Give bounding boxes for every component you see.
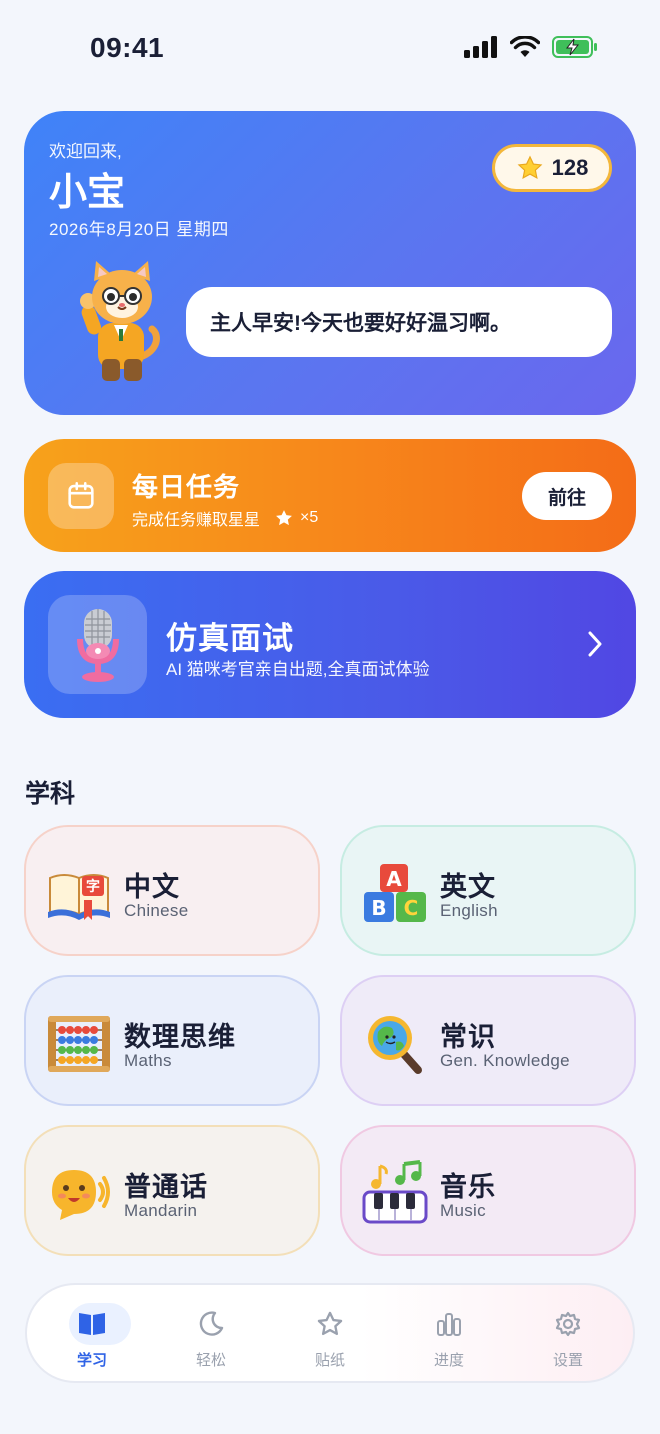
star-icon — [517, 155, 543, 180]
tab-label: 学习 — [76, 1352, 107, 1369]
tab-progress[interactable]: 进度 — [390, 1285, 508, 1381]
subject-card-music[interactable]: 音乐 Music — [340, 1125, 636, 1256]
subject-name: 常识 — [440, 1022, 496, 1052]
daily-task-title: 每日任务 — [132, 472, 241, 502]
subject-name: 英文 — [440, 872, 496, 902]
battery-charging-icon — [552, 36, 597, 58]
user-name: 小宝 — [49, 172, 126, 214]
subject-english: Maths — [124, 1051, 172, 1070]
tab-stickers[interactable]: 贴纸 — [271, 1285, 389, 1381]
subject-english: English — [440, 901, 498, 920]
subject-name: 普通话 — [124, 1172, 208, 1202]
abacus-icon — [48, 1016, 110, 1072]
greeting-text: 欢迎回来, — [49, 142, 122, 161]
subject-card-general-knowledge[interactable]: 常识 Gen. Knowledge — [340, 975, 636, 1106]
gear-icon — [549, 1307, 587, 1341]
subject-english: Mandarin — [124, 1201, 198, 1220]
subject-card-chinese[interactable]: 字 中文 Chinese — [24, 825, 320, 956]
stars-badge[interactable]: 128 — [492, 144, 612, 192]
bar-chart-icon — [430, 1307, 468, 1341]
daily-task-reward: ×5 — [300, 509, 319, 526]
tab-settings[interactable]: 设置 — [509, 1285, 627, 1381]
tab-label: 贴纸 — [314, 1352, 345, 1369]
stars-count: 128 — [551, 155, 589, 180]
svg-text:A: A — [386, 867, 402, 891]
daily-task-subtitle-text: 完成任务赚取星星 — [132, 512, 261, 529]
subject-card-mandarin[interactable]: 普通话 Mandarin — [24, 1125, 320, 1256]
subject-name: 音乐 — [440, 1172, 496, 1202]
welcome-card: 欢迎回来, 小宝 2026年8月20日 星期四 128 主人早安!今天也要好好温… — [24, 111, 636, 415]
subject-name: 数理思维 — [124, 1022, 236, 1052]
globe-magnifier-icon — [368, 1016, 422, 1074]
svg-text:字: 字 — [86, 878, 100, 895]
book-icon — [73, 1307, 111, 1341]
subject-english: Chinese — [124, 901, 189, 920]
wifi-icon — [510, 36, 540, 57]
tab-label: 进度 — [433, 1352, 464, 1369]
book-icon: 字 — [48, 874, 110, 920]
star-icon — [311, 1307, 349, 1341]
chevron-right-icon — [588, 631, 602, 657]
svg-text:C: C — [404, 896, 419, 920]
signal-icon — [464, 36, 497, 58]
svg-text:B: B — [371, 896, 386, 920]
abc-blocks-icon: A B C — [364, 864, 426, 922]
current-date: 2026年8月20日 星期四 — [49, 220, 229, 239]
subjects-section-title: 学科 — [25, 780, 76, 808]
moon-icon — [192, 1307, 230, 1341]
mock-interview-card[interactable]: 仿真面试 AI 猫咪考官亲自出题,全真面试体验 — [24, 571, 636, 718]
daily-task-card[interactable]: 每日任务 完成任务赚取星星 ×5 前往 — [24, 439, 636, 552]
subject-card-english[interactable]: A B C 英文 English — [340, 825, 636, 956]
status-time: 09:41 — [90, 32, 165, 63]
piano-notes-icon — [362, 1160, 428, 1224]
daily-task-subtitle: 完成任务赚取星星 ×5 — [132, 506, 318, 530]
tab-relax[interactable]: 轻松 — [152, 1285, 270, 1381]
tab-study[interactable]: 学习 — [33, 1285, 151, 1381]
star-icon — [276, 510, 292, 526]
cat-mascot-icon — [80, 261, 160, 381]
speaking-face-icon — [52, 1170, 110, 1220]
tab-label: 设置 — [552, 1352, 583, 1369]
calendar-icon — [48, 463, 114, 529]
interview-title: 仿真面试 — [166, 621, 294, 656]
tab-label: 轻松 — [195, 1352, 226, 1369]
interview-subtitle: AI 猫咪考官亲自出题,全真面试体验 — [166, 660, 430, 679]
subject-card-maths[interactable]: 数理思维 Maths — [24, 975, 320, 1106]
subject-name: 中文 — [124, 872, 180, 902]
go-button[interactable]: 前往 — [522, 472, 612, 520]
bottom-tab-bar: 学习 轻松 贴纸 进度 设置 — [25, 1283, 635, 1383]
status-icons — [464, 36, 598, 58]
subject-english: Music — [440, 1201, 486, 1220]
subject-english: Gen. Knowledge — [440, 1051, 570, 1070]
speech-bubble: 主人早安!今天也要好好温习啊。 — [186, 287, 612, 357]
microphone-icon — [48, 595, 147, 694]
status-bar: 09:41 — [0, 0, 660, 96]
